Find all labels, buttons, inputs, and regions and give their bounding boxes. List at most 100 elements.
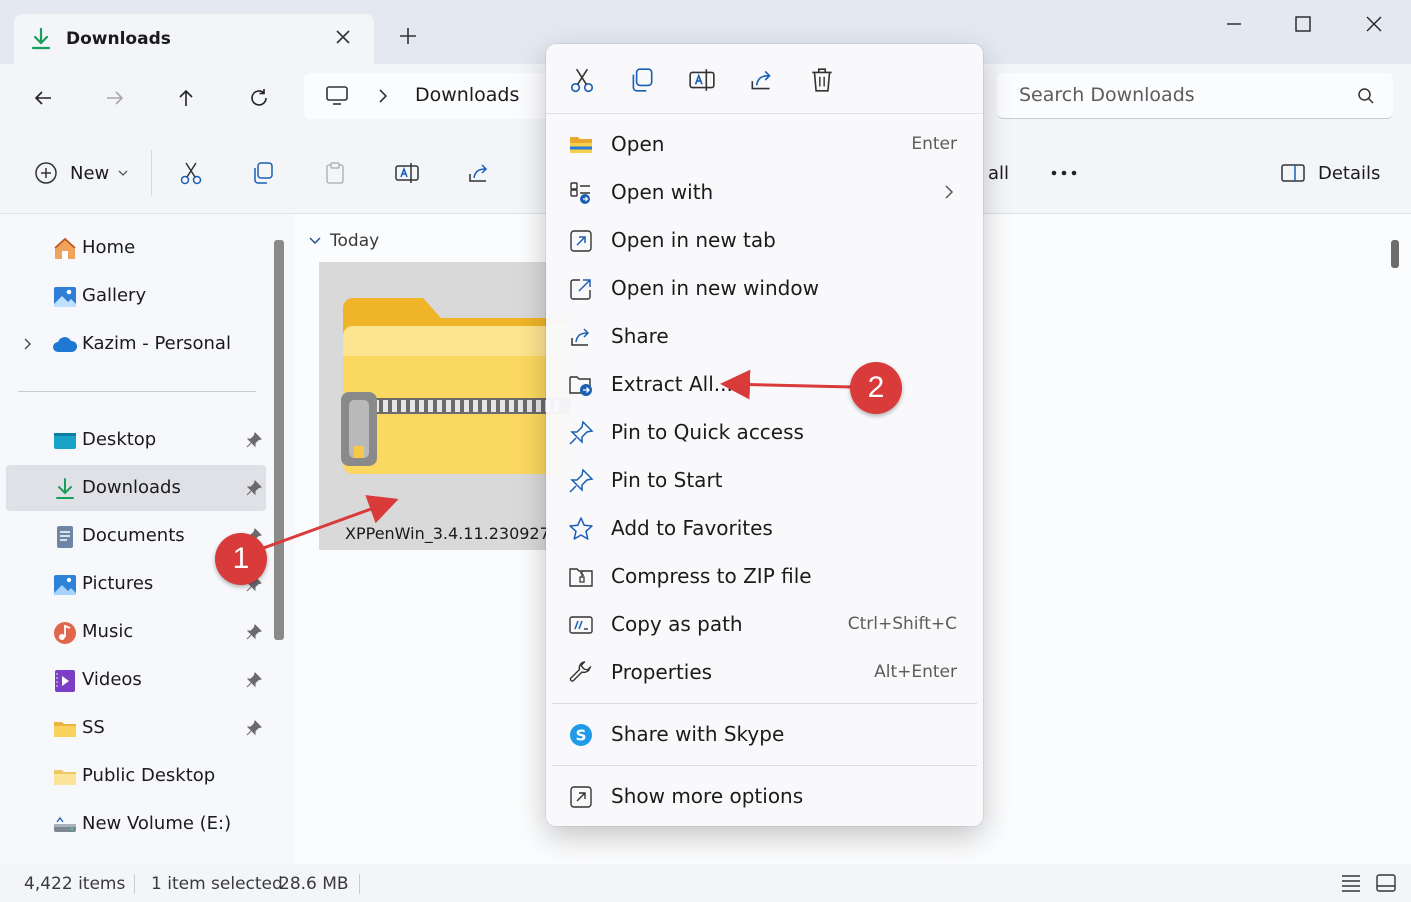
command-separator bbox=[151, 150, 152, 196]
pin-icon[interactable] bbox=[246, 624, 262, 640]
maximize-icon[interactable] bbox=[1283, 8, 1323, 40]
more-options-button[interactable] bbox=[1050, 158, 1078, 188]
content-scrollbar[interactable] bbox=[1391, 240, 1399, 268]
share-icon[interactable] bbox=[748, 66, 776, 94]
details-pane-icon bbox=[1280, 162, 1306, 184]
sidebar-item-label: Kazim - Personal bbox=[82, 333, 231, 354]
chevron-right-icon[interactable] bbox=[22, 336, 34, 352]
menu-item-label: Show more options bbox=[611, 784, 804, 808]
menu-item-label: Open with bbox=[611, 180, 714, 204]
search-icon[interactable] bbox=[1357, 87, 1375, 105]
breadcrumb-downloads[interactable]: Downloads bbox=[415, 84, 519, 106]
up-arrow-icon[interactable] bbox=[170, 82, 202, 114]
zip-folder-icon bbox=[341, 296, 571, 476]
details-button[interactable]: Details bbox=[1280, 158, 1380, 188]
chevron-right-icon[interactable] bbox=[376, 87, 390, 105]
cut-button[interactable] bbox=[178, 158, 204, 188]
back-arrow-icon[interactable] bbox=[27, 82, 59, 114]
list-view-icon[interactable] bbox=[1340, 873, 1362, 893]
sidebar-item-ss[interactable]: SS bbox=[6, 705, 266, 751]
sidebar-item-public-desktop[interactable]: Public Desktop bbox=[6, 753, 266, 799]
folder-open-icon bbox=[568, 132, 594, 158]
pin-icon[interactable] bbox=[246, 432, 262, 448]
menu-item-pin-quick-access[interactable]: Pin to Quick access bbox=[552, 409, 977, 455]
zip-archive-icon bbox=[568, 564, 594, 590]
new-tab-icon[interactable] bbox=[396, 24, 420, 48]
onedrive-cloud-icon bbox=[52, 332, 78, 356]
menu-item-extract-all[interactable]: Extract All... bbox=[552, 361, 977, 407]
computer-icon[interactable] bbox=[324, 83, 350, 109]
trash-icon[interactable] bbox=[808, 66, 836, 94]
extract-folder-icon bbox=[568, 372, 594, 398]
minimize-icon[interactable] bbox=[1214, 8, 1254, 40]
desktop-icon bbox=[52, 428, 76, 452]
refresh-icon[interactable] bbox=[243, 82, 275, 114]
pin-icon[interactable] bbox=[246, 672, 262, 688]
chevron-down-icon bbox=[308, 235, 322, 247]
sidebar-item-label: SS bbox=[82, 717, 105, 738]
menu-item-label: Share with Skype bbox=[611, 722, 785, 746]
menu-separator bbox=[552, 765, 977, 766]
chevron-down-icon bbox=[117, 167, 129, 179]
sidebar-item-videos[interactable]: Videos bbox=[6, 657, 266, 703]
folder-icon bbox=[52, 764, 76, 788]
pin-icon bbox=[568, 420, 594, 446]
sidebar-item-label: Downloads bbox=[82, 477, 181, 498]
forward-arrow-icon[interactable] bbox=[99, 82, 131, 114]
wrench-icon bbox=[568, 660, 594, 686]
details-label: Details bbox=[1318, 162, 1381, 184]
pin-icon bbox=[568, 468, 594, 494]
sidebar-item-home[interactable]: Home bbox=[6, 225, 266, 271]
menu-item-show-more-options[interactable]: Show more options bbox=[552, 773, 977, 819]
sidebar-scrollbar[interactable] bbox=[274, 240, 284, 640]
select-all-button[interactable]: all bbox=[988, 158, 1009, 188]
gallery-icon bbox=[52, 284, 76, 308]
drive-icon bbox=[52, 812, 76, 836]
menu-item-compress-zip[interactable]: Compress to ZIP file bbox=[552, 553, 977, 599]
sidebar-item-downloads[interactable]: Downloads bbox=[6, 465, 266, 511]
tab-downloads[interactable]: Downloads bbox=[14, 14, 374, 64]
sidebar-item-music[interactable]: Music bbox=[6, 609, 266, 655]
file-item-zip[interactable]: XPPenWin_3.4.11.230927 bbox=[319, 262, 571, 550]
folder-icon bbox=[52, 716, 76, 740]
plus-circle-icon bbox=[33, 160, 59, 186]
new-button[interactable]: New bbox=[33, 158, 129, 188]
search-box[interactable]: Search Downloads bbox=[997, 73, 1393, 119]
close-window-icon[interactable] bbox=[1354, 8, 1394, 40]
menu-item-label: Copy as path bbox=[611, 612, 743, 636]
copy-button[interactable] bbox=[250, 158, 276, 188]
copy-path-icon bbox=[568, 612, 594, 638]
sidebar-item-desktop[interactable]: Desktop bbox=[6, 417, 266, 463]
close-tab-icon[interactable] bbox=[332, 26, 354, 48]
menu-item-add-favorites[interactable]: Add to Favorites bbox=[552, 505, 977, 551]
tiles-view-icon[interactable] bbox=[1375, 873, 1397, 893]
sidebar-item-label: New Volume (E:) bbox=[82, 813, 232, 834]
status-separator bbox=[359, 874, 360, 894]
share-button[interactable] bbox=[466, 158, 492, 188]
menu-item-copy-path[interactable]: Copy as path Ctrl+Shift+C bbox=[552, 601, 977, 647]
menu-item-shortcut: Enter bbox=[911, 134, 957, 154]
menu-item-properties[interactable]: Properties Alt+Enter bbox=[552, 649, 977, 695]
sidebar-item-label: Home bbox=[82, 237, 136, 258]
copy-icon[interactable] bbox=[628, 66, 656, 94]
menu-item-pin-start[interactable]: Pin to Start bbox=[552, 457, 977, 503]
new-window-icon bbox=[568, 276, 594, 302]
sidebar-item-onedrive[interactable]: Kazim - Personal bbox=[6, 321, 266, 367]
file-name: XPPenWin_3.4.11.230927 bbox=[345, 524, 550, 543]
rename-icon[interactable] bbox=[688, 66, 716, 94]
menu-item-open[interactable]: Open Enter bbox=[552, 121, 977, 167]
menu-item-open-new-window[interactable]: Open in new window bbox=[552, 265, 977, 311]
rename-button[interactable] bbox=[394, 158, 420, 188]
menu-item-open-with[interactable]: Open with bbox=[552, 169, 977, 215]
group-header-today[interactable]: Today bbox=[308, 231, 379, 251]
sidebar-item-label: Gallery bbox=[82, 285, 147, 306]
paste-button[interactable] bbox=[322, 158, 348, 188]
menu-item-share[interactable]: Share bbox=[552, 313, 977, 359]
pin-icon[interactable] bbox=[246, 480, 262, 496]
sidebar-item-gallery[interactable]: Gallery bbox=[6, 273, 266, 319]
menu-item-open-new-tab[interactable]: Open in new tab bbox=[552, 217, 977, 263]
pin-icon[interactable] bbox=[246, 720, 262, 736]
sidebar-item-new-volume[interactable]: New Volume (E:) bbox=[6, 801, 266, 847]
menu-item-share-skype[interactable]: S Share with Skype bbox=[552, 711, 977, 757]
cut-scissors-icon[interactable] bbox=[568, 66, 596, 94]
